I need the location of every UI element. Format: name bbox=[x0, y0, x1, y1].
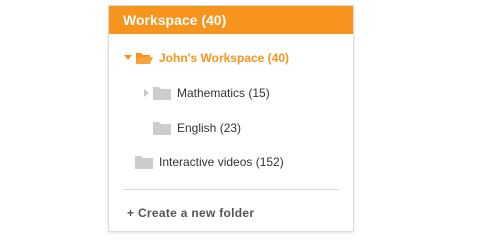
create-folder-button[interactable]: + Create a new folder bbox=[127, 206, 254, 220]
tree-item-johns-workspace[interactable]: John's Workspace (40) bbox=[123, 48, 289, 68]
tree-item-interactive-videos[interactable]: Interactive videos (152) bbox=[135, 152, 284, 172]
tree-item-label: John's Workspace (40) bbox=[159, 51, 290, 65]
tree-item-label: Mathematics (15) bbox=[177, 86, 270, 100]
caret-down-icon[interactable] bbox=[123, 53, 133, 63]
folder-icon bbox=[153, 121, 171, 135]
tree-item-mathematics[interactable]: Mathematics (15) bbox=[141, 83, 270, 103]
caret-right-icon[interactable] bbox=[141, 88, 151, 98]
divider bbox=[123, 189, 339, 190]
workspace-header-title: Workspace (40) bbox=[123, 12, 227, 28]
folder-open-icon bbox=[135, 51, 153, 65]
tree-item-english[interactable]: English (23) bbox=[153, 118, 241, 138]
workspace-panel: Workspace (40) John's Workspace (40) Mat… bbox=[108, 5, 354, 232]
tree-item-label: Interactive videos (152) bbox=[159, 155, 284, 169]
folder-icon bbox=[135, 155, 153, 169]
workspace-header[interactable]: Workspace (40) bbox=[109, 6, 353, 34]
tree-item-label: English (23) bbox=[177, 121, 242, 135]
folder-icon bbox=[153, 86, 171, 100]
